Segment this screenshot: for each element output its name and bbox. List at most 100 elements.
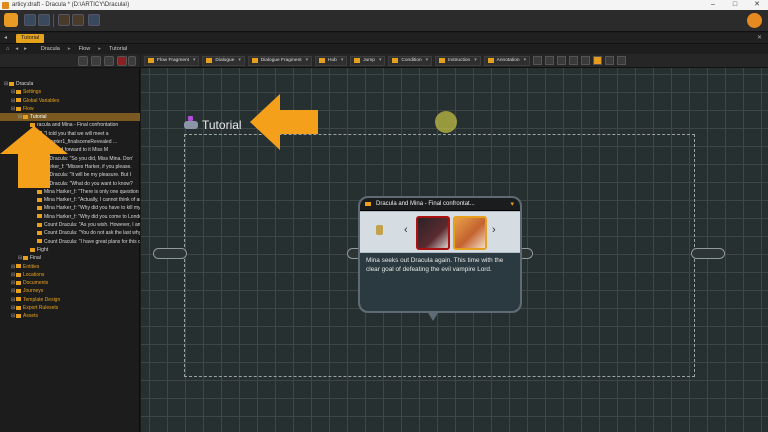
new-project-icon[interactable] (24, 14, 36, 26)
dropdown-icon[interactable]: ▾ (426, 58, 428, 63)
undo-icon[interactable] (58, 14, 70, 26)
breadcrumb-flow[interactable]: Flow (79, 46, 91, 52)
create-node-button[interactable]: Instruction ▾ (435, 55, 481, 66)
tree-item[interactable]: ⊟ Final (0, 254, 140, 262)
create-node-label: Dialogue Fragment (260, 58, 302, 63)
tree-node-icon (23, 114, 28, 119)
layout-icon[interactable] (569, 56, 579, 65)
create-node-button[interactable]: Dialogue ▾ (202, 55, 245, 66)
node-type-icon (319, 58, 325, 63)
search-icon[interactable] (581, 56, 591, 65)
chevron-left-icon[interactable]: ‹ (404, 224, 408, 236)
collapse-icon[interactable] (128, 56, 136, 66)
tree-item-label: Tutorial (30, 114, 47, 121)
delete-icon[interactable] (117, 56, 127, 66)
chevron-right-icon[interactable]: › (492, 224, 496, 236)
create-node-button[interactable]: Condition ▾ (388, 55, 433, 66)
dropdown-icon[interactable]: ▾ (524, 58, 526, 63)
create-node-button[interactable]: Annotation ▾ (483, 55, 531, 66)
input-pin-outer[interactable] (153, 248, 187, 259)
tree-item-label: Mina Harker_f: "Why did you have to kill… (44, 205, 140, 212)
canvas-toolbar: Flow Fragment ▾ Dialogue ▾ Dialogue Fragment… (141, 54, 768, 68)
tree-item[interactable]: ⊟ Template Design (0, 296, 140, 304)
tree-item[interactable]: ⊟ Entities (0, 263, 140, 271)
tree-item[interactable]: Mina Harker_f: "There is only one questi… (0, 188, 140, 196)
maximize-button[interactable]: □ (724, 0, 746, 10)
tree-item[interactable]: ⊟ Global Variables (0, 97, 140, 105)
breadcrumb-tutorial[interactable]: Tutorial (109, 46, 127, 52)
tree-item[interactable]: ⊟ Export Rulesets (0, 304, 140, 312)
zoom-icon[interactable] (545, 56, 555, 65)
dropdown-icon[interactable]: ▾ (238, 58, 240, 63)
output-pin-outer[interactable] (691, 248, 725, 259)
tree-item[interactable]: Mina Harker_f: "Why did you come to Lond… (0, 213, 140, 221)
tree-item[interactable]: ⊟ Journeys (0, 287, 140, 295)
dialogue-node-header[interactable]: Dracula and Mina - Final confrontat... ▾ (360, 198, 520, 211)
create-node-button[interactable]: Dialogue Fragment ▾ (247, 55, 312, 66)
window-titlebar: articy:draft - Dracula * (D:\ARTICY\Drac… (0, 0, 768, 10)
tree-item[interactable]: Count Dracula: "You do not ask the last … (0, 229, 140, 237)
tree-item-label: Mina Harker_f: "Actually, I cannot think… (44, 197, 140, 204)
tree-item-label: Count Dracula: "As you wish. However, I … (44, 222, 140, 229)
tree-item[interactable]: ⊟ Documents (0, 279, 140, 287)
create-node-button[interactable]: Flow Fragment ▾ (144, 55, 200, 66)
tree-item[interactable]: ⊟ Tutorial (0, 113, 140, 122)
mina-portrait[interactable] (453, 216, 487, 250)
dialogue-node-title: Dracula and Mina - Final confrontat... (376, 201, 475, 207)
tree-item[interactable]: Count Dracula: "I have great plans for t… (0, 238, 140, 246)
tree-item[interactable]: ⊟ Assets (0, 312, 140, 320)
mouse-cursor-highlight (435, 111, 457, 133)
tree-item[interactable]: Mina Harker_f: "Actually, I cannot think… (0, 196, 140, 204)
tree-item[interactable]: ⊟ Dracula (0, 80, 140, 88)
save-icon[interactable] (38, 14, 50, 26)
filter-icon[interactable] (78, 56, 88, 66)
forward-icon[interactable]: ▸ (24, 46, 27, 52)
articy-logo-icon[interactable] (4, 13, 18, 27)
tree-item-label: Dracula (16, 81, 34, 87)
flow-canvas[interactable]: Tutorial Dracula and Mina - Final confro… (141, 68, 768, 432)
breadcrumb-separator: ▸ (98, 46, 101, 52)
tree-item[interactable]: ⊟ Locations (0, 271, 140, 279)
properties-icon[interactable] (593, 56, 603, 65)
tree-node-icon (16, 297, 21, 302)
dropdown-icon[interactable]: ▾ (379, 58, 381, 63)
create-node-label: Annotation (496, 58, 520, 63)
tab-close-icon[interactable]: ✕ (757, 34, 762, 41)
dropdown-icon[interactable]: ▾ (341, 58, 343, 63)
create-node-button[interactable]: Hub ▾ (315, 55, 348, 66)
search-icon[interactable] (91, 56, 101, 66)
tree-node-icon (16, 98, 21, 103)
user-menu-icon[interactable] (747, 13, 762, 28)
tree-item-label: Count Dracula: "I have great plans for t… (44, 238, 140, 245)
tab-scroll-left-icon[interactable]: ◂ (4, 34, 7, 41)
tree-item[interactable]: Fight (0, 246, 140, 254)
breadcrumb-dracula[interactable]: Dracula (41, 46, 60, 52)
home-icon[interactable]: ⌂ (6, 46, 9, 52)
tile-view-icon[interactable] (617, 56, 627, 65)
tree-item-label: Journeys (23, 288, 44, 295)
tab-tutorial[interactable]: Tutorial (16, 34, 45, 43)
grid-icon[interactable] (557, 56, 567, 65)
dracula-portrait[interactable] (416, 216, 450, 250)
view-icon[interactable] (533, 56, 543, 65)
help-icon[interactable] (88, 14, 100, 26)
settings-icon[interactable] (104, 56, 114, 66)
close-button[interactable]: ✕ (746, 0, 768, 10)
redo-icon[interactable] (72, 14, 84, 26)
tree-item[interactable]: Mina Harker_f: "Why did you have to kill… (0, 204, 140, 212)
tree-item[interactable]: Count Dracula: "As you wish. However, I … (0, 221, 140, 229)
create-node-label: Instruction (448, 58, 471, 63)
back-icon[interactable]: ◂ (15, 46, 18, 52)
dropdown-icon[interactable]: ▾ (474, 58, 476, 63)
dropdown-icon[interactable]: ▾ (306, 58, 308, 63)
tree-item[interactable]: ⊟ Flow (0, 105, 140, 113)
tree-item[interactable]: ⊟ Settings (0, 88, 140, 96)
chevron-down-icon[interactable]: ▾ (510, 198, 514, 211)
dropdown-icon[interactable]: ▾ (193, 58, 195, 63)
audio-icon (376, 225, 383, 235)
dialogue-node[interactable]: Dracula and Mina - Final confrontat... ▾… (358, 196, 522, 313)
list-view-icon[interactable] (605, 56, 615, 65)
minimize-button[interactable]: – (702, 0, 724, 10)
flow-title[interactable]: Tutorial (184, 116, 242, 132)
create-node-button[interactable]: Jump ▾ (350, 55, 386, 66)
